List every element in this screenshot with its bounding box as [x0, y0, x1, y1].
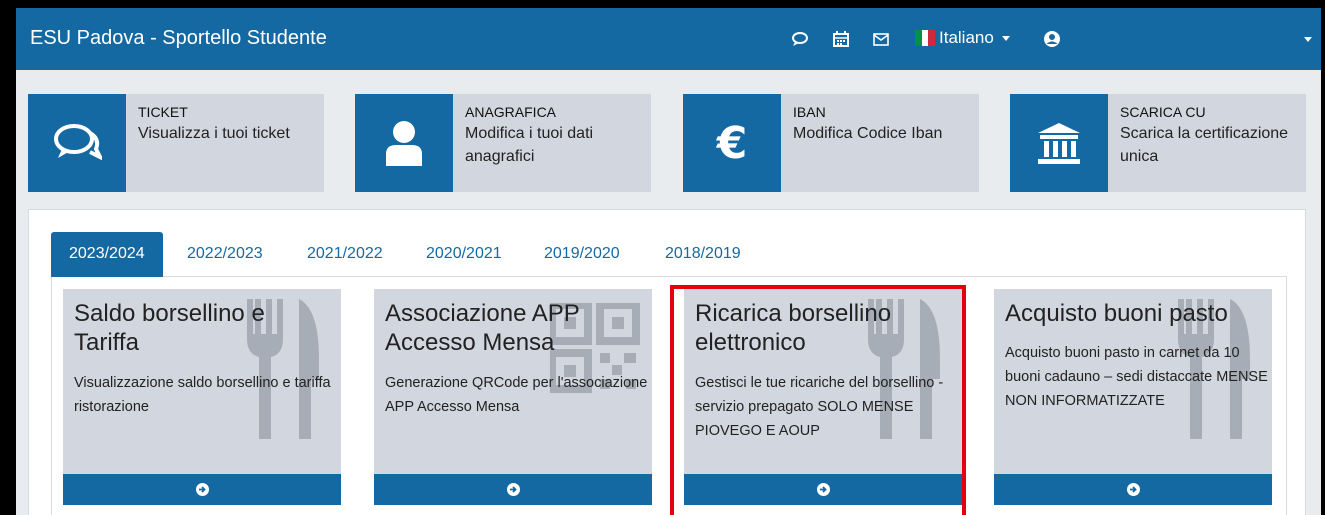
tab-content: Saldo borsellino e Tariffa Visualizzazio… — [51, 277, 1287, 515]
user-icon[interactable] — [1041, 28, 1063, 50]
tile-subtitle: Modifica Codice Iban — [793, 125, 943, 142]
tile-title: ANAGRAFICA — [465, 104, 557, 120]
tile-subtitle: Modifica i tuoi dati anagrafici — [465, 125, 594, 165]
bank-icon — [1010, 94, 1108, 192]
language-label: Italiano — [939, 28, 994, 47]
tab-2020-2021[interactable]: 2020/2021 — [408, 232, 520, 277]
arrow-circle-right-icon — [1126, 483, 1140, 496]
tile-title: IBAN — [793, 104, 826, 120]
card-title: Acquisto buoni pasto — [1005, 300, 1228, 327]
italy-flag-icon — [915, 30, 936, 46]
top-navbar: ESU Padova - Sportello Studente Italiano — [16, 8, 1321, 70]
card-description: Visualizzazione saldo borsellino e tarif… — [74, 375, 331, 415]
mail-icon[interactable] — [870, 28, 892, 50]
year-tabs: 2023/2024 2022/2023 2021/2022 2020/2021 … — [51, 232, 1287, 277]
calendar-icon[interactable] — [830, 28, 852, 50]
euro-icon: € — [683, 94, 781, 192]
tab-2021-2022[interactable]: 2021/2022 — [289, 232, 401, 277]
card-acquisto-buoni[interactable]: Acquisto buoni pasto Acquisto buoni past… — [994, 289, 1272, 505]
card-saldo-borsellino[interactable]: Saldo borsellino e Tariffa Visualizzazio… — [63, 289, 341, 505]
card-description: Generazione QRCode per l'associazione AP… — [385, 375, 648, 415]
card-description: Gestisci le tue ricariche del borsellino… — [695, 375, 944, 439]
tab-2018-2019[interactable]: 2018/2019 — [647, 232, 759, 277]
arrow-circle-right-icon — [195, 483, 209, 496]
card-open-button[interactable] — [374, 474, 652, 505]
tile-subtitle: Visualizza i tuoi ticket — [138, 125, 290, 142]
card-ricarica-borsellino[interactable]: Ricarica borsellino elettronico Gestisci… — [684, 289, 962, 505]
tile-scarica-cu[interactable]: SCARICA CU Scarica la certificazione uni… — [1010, 94, 1306, 192]
services-panel: 2023/2024 2022/2023 2021/2022 2020/2021 … — [28, 209, 1306, 515]
card-associazione-app[interactable]: Associazione APP Accesso Mensa Generazio… — [374, 289, 652, 505]
language-selector[interactable]: Italiano — [915, 28, 1010, 48]
tile-anagrafica[interactable]: ANAGRAFICA Modifica i tuoi dati anagrafi… — [355, 94, 651, 192]
user-icon — [355, 94, 453, 192]
menu-chevron-down-icon[interactable] — [1304, 37, 1312, 42]
arrow-circle-right-icon — [816, 483, 830, 496]
card-title: Associazione APP Accesso Mensa — [385, 300, 580, 356]
arrow-circle-right-icon — [506, 483, 520, 496]
card-title: Saldo borsellino e Tariffa — [74, 300, 265, 356]
tab-2019-2020[interactable]: 2019/2020 — [526, 232, 638, 277]
tile-title: SCARICA CU — [1120, 104, 1206, 120]
card-description: Acquisto buoni pasto in carnet da 10 buo… — [1005, 345, 1268, 409]
card-open-button[interactable] — [684, 474, 962, 505]
card-open-button[interactable] — [994, 474, 1272, 505]
chevron-down-icon — [1001, 35, 1010, 41]
app-window: ESU Padova - Sportello Studente Italiano… — [16, 8, 1321, 515]
tile-subtitle: Scarica la certificazione unica — [1120, 125, 1289, 165]
tab-2022-2023[interactable]: 2022/2023 — [169, 232, 281, 277]
tile-ticket[interactable]: TICKET Visualizza i tuoi ticket — [28, 94, 324, 192]
tab-2023-2024[interactable]: 2023/2024 — [51, 232, 163, 277]
comments-icon — [28, 94, 126, 192]
chat-icon[interactable] — [789, 28, 811, 50]
tile-iban[interactable]: € IBAN Modifica Codice Iban — [683, 94, 979, 192]
card-title: Ricarica borsellino elettronico — [695, 300, 892, 356]
tile-title: TICKET — [138, 104, 188, 120]
card-open-button[interactable] — [63, 474, 341, 505]
brand-title[interactable]: ESU Padova - Sportello Studente — [30, 27, 327, 50]
